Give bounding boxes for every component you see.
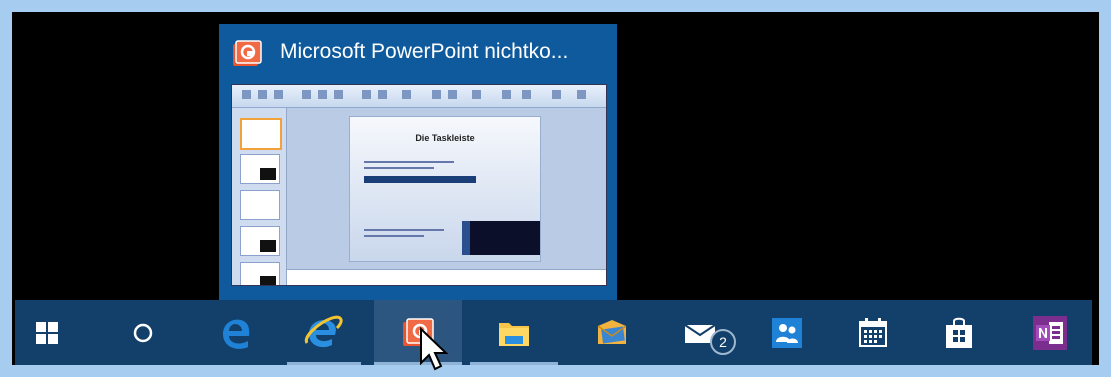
edge-icon bbox=[223, 319, 250, 349]
thumbnail-ribbon bbox=[232, 85, 606, 108]
unread-count-badge: 2 bbox=[710, 329, 736, 355]
slide-thumb bbox=[240, 118, 282, 150]
start-button[interactable] bbox=[15, 300, 79, 365]
running-indicator bbox=[470, 362, 558, 365]
slide-thumb bbox=[240, 154, 280, 184]
taskbar-item-outlook[interactable] bbox=[575, 300, 649, 365]
taskbar-item-edge[interactable] bbox=[199, 300, 273, 365]
folder-icon bbox=[499, 322, 529, 346]
powerpoint-icon bbox=[233, 40, 262, 66]
thumbnail-slide: Die Taskleiste bbox=[349, 116, 541, 262]
preview-window-title: Microsoft PowerPoint nichtko... bbox=[280, 40, 569, 63]
onenote-icon bbox=[1033, 315, 1067, 350]
preview-header: Microsoft PowerPoint nichtko... bbox=[219, 24, 617, 84]
slide-thumb bbox=[240, 262, 280, 285]
slide-thumb bbox=[240, 226, 280, 256]
taskbar-item-people[interactable] bbox=[755, 300, 819, 365]
taskbar-item-file-explorer[interactable] bbox=[470, 300, 558, 365]
people-icon bbox=[772, 317, 802, 348]
thumbnail-canvas: Die Taskleiste bbox=[287, 108, 606, 285]
cortana-circle-icon bbox=[133, 323, 153, 342]
taskbar-item-mail[interactable]: 2 bbox=[661, 300, 741, 365]
outlook-icon bbox=[597, 319, 627, 344]
thumbnail-slide-panel bbox=[232, 108, 287, 285]
calendar-icon bbox=[859, 317, 887, 347]
mouse-cursor-icon bbox=[420, 327, 449, 371]
store-icon bbox=[946, 317, 972, 348]
taskbar-item-onenote[interactable] bbox=[1018, 300, 1082, 365]
cortana-search-button[interactable] bbox=[111, 300, 175, 365]
taskbar-item-store[interactable] bbox=[927, 300, 991, 365]
windows-logo-icon bbox=[36, 321, 58, 344]
internet-explorer-icon bbox=[304, 315, 343, 347]
thumbnail-notes-pane bbox=[287, 269, 606, 285]
thumbnail-taskbar-strip bbox=[364, 176, 476, 183]
thumbnail-dark-image bbox=[462, 221, 540, 255]
running-indicator bbox=[287, 362, 361, 365]
taskbar-item-internet-explorer[interactable] bbox=[287, 300, 361, 365]
window-thumbnail[interactable]: Die Taskleiste bbox=[231, 84, 607, 286]
thumbnail-slide-title: Die Taskleiste bbox=[415, 133, 475, 143]
slide-thumb bbox=[240, 190, 280, 220]
taskbar-thumbnail-preview[interactable]: Microsoft PowerPoint nichtko... Die Task… bbox=[219, 24, 617, 300]
taskbar: 2 bbox=[15, 300, 1092, 365]
taskbar-item-calendar[interactable] bbox=[841, 300, 905, 365]
